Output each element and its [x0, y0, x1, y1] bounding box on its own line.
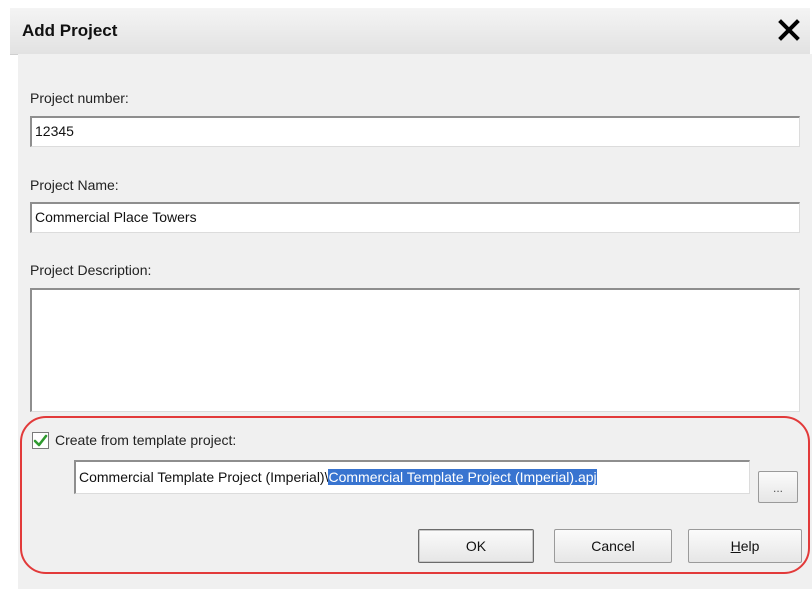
project-name-label: Project Name:	[30, 177, 119, 193]
close-button[interactable]	[776, 17, 802, 43]
title-bar[interactable]: Add Project	[10, 8, 810, 55]
project-description-field[interactable]	[30, 288, 800, 412]
template-path-field[interactable]: Commercial Template Project (Imperial)\C…	[74, 460, 750, 494]
add-project-dialog: Add Project Project number: 12345 Projec…	[0, 0, 812, 589]
dialog-body: Project number: 12345 Project Name: Comm…	[18, 54, 812, 589]
project-description-label: Project Description:	[30, 262, 152, 278]
dialog-title: Add Project	[22, 21, 118, 40]
ok-button[interactable]: OK	[418, 529, 534, 563]
template-checkbox-label: Create from template project:	[55, 432, 237, 448]
project-name-field[interactable]: Commercial Place Towers	[30, 202, 800, 233]
cancel-button[interactable]: Cancel	[554, 529, 672, 563]
checkmark-icon	[33, 434, 48, 447]
template-path-prefix: Commercial Template Project (Imperial)\	[79, 469, 329, 485]
browse-button[interactable]: ...	[758, 471, 798, 503]
project-number-field[interactable]: 12345	[30, 116, 800, 147]
project-number-label: Project number:	[30, 90, 129, 106]
template-checkbox[interactable]	[32, 432, 49, 449]
close-icon	[778, 19, 800, 41]
help-button[interactable]: Help	[688, 529, 802, 563]
template-path-selected: Commercial Template Project (Imperial).a…	[328, 469, 597, 485]
